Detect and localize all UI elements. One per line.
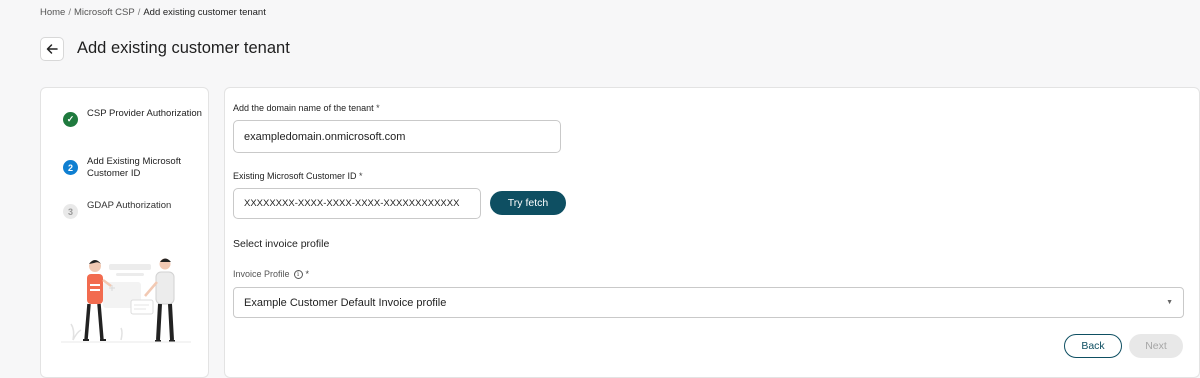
step-add-existing-customer-id: 2 Add Existing Microsoft Customer ID [63,156,207,180]
breadcrumb-microsoft-csp[interactable]: Microsoft CSP [74,7,135,18]
breadcrumb-separator: / [137,7,141,18]
step-label: GDAP Authorization [87,200,172,211]
breadcrumb-current: Add existing customer tenant [143,7,266,18]
required-marker: * [359,171,363,181]
domain-input[interactable] [233,120,561,153]
invoice-profile-select[interactable]: Example Customer Default Invoice profile… [233,287,1184,318]
info-icon[interactable]: i [293,269,303,279]
tenant-form-panel: Add the domain name of the tenant * Exis… [224,87,1200,378]
invoice-profile-value: Example Customer Default Invoice profile [244,296,447,309]
back-button[interactable] [40,37,64,61]
check-icon: ✓ [63,112,78,127]
step-number-badge: 2 [63,160,78,175]
breadcrumb-separator: / [68,7,71,18]
breadcrumb-home[interactable]: Home [40,7,65,18]
breadcrumb: Home / Microsoft CSP / Add existing customer… [40,7,266,18]
caret-down-icon: ▼ [1166,299,1173,306]
step-number-badge: 3 [63,204,78,219]
step-label: Add Existing Microsoft Customer ID [87,156,181,179]
arrow-left-icon [46,44,58,54]
invoice-section-title: Select invoice profile [233,238,330,250]
customer-id-input[interactable] [233,188,481,219]
stepper-panel: ✓ CSP Provider Authorization 2 Add Exist… [40,87,209,378]
try-fetch-button[interactable]: Try fetch [490,191,566,215]
customer-id-field-label: Existing Microsoft Customer ID * [233,171,363,181]
page-title: Add existing customer tenant [77,39,290,57]
next-step-button[interactable]: Next [1129,334,1183,358]
back-step-button[interactable]: Back [1064,334,1122,358]
required-marker: * [376,103,380,113]
people-illustration [61,258,191,343]
step-label: CSP Provider Authorization [87,108,202,119]
required-marker: * [305,269,310,279]
step-gdap-authorization: 3 GDAP Authorization [63,200,207,219]
domain-field-label: Add the domain name of the tenant * [233,103,380,113]
invoice-profile-label: Invoice Profile i * [233,269,310,279]
step-csp-provider-authorization: ✓ CSP Provider Authorization [63,108,207,127]
